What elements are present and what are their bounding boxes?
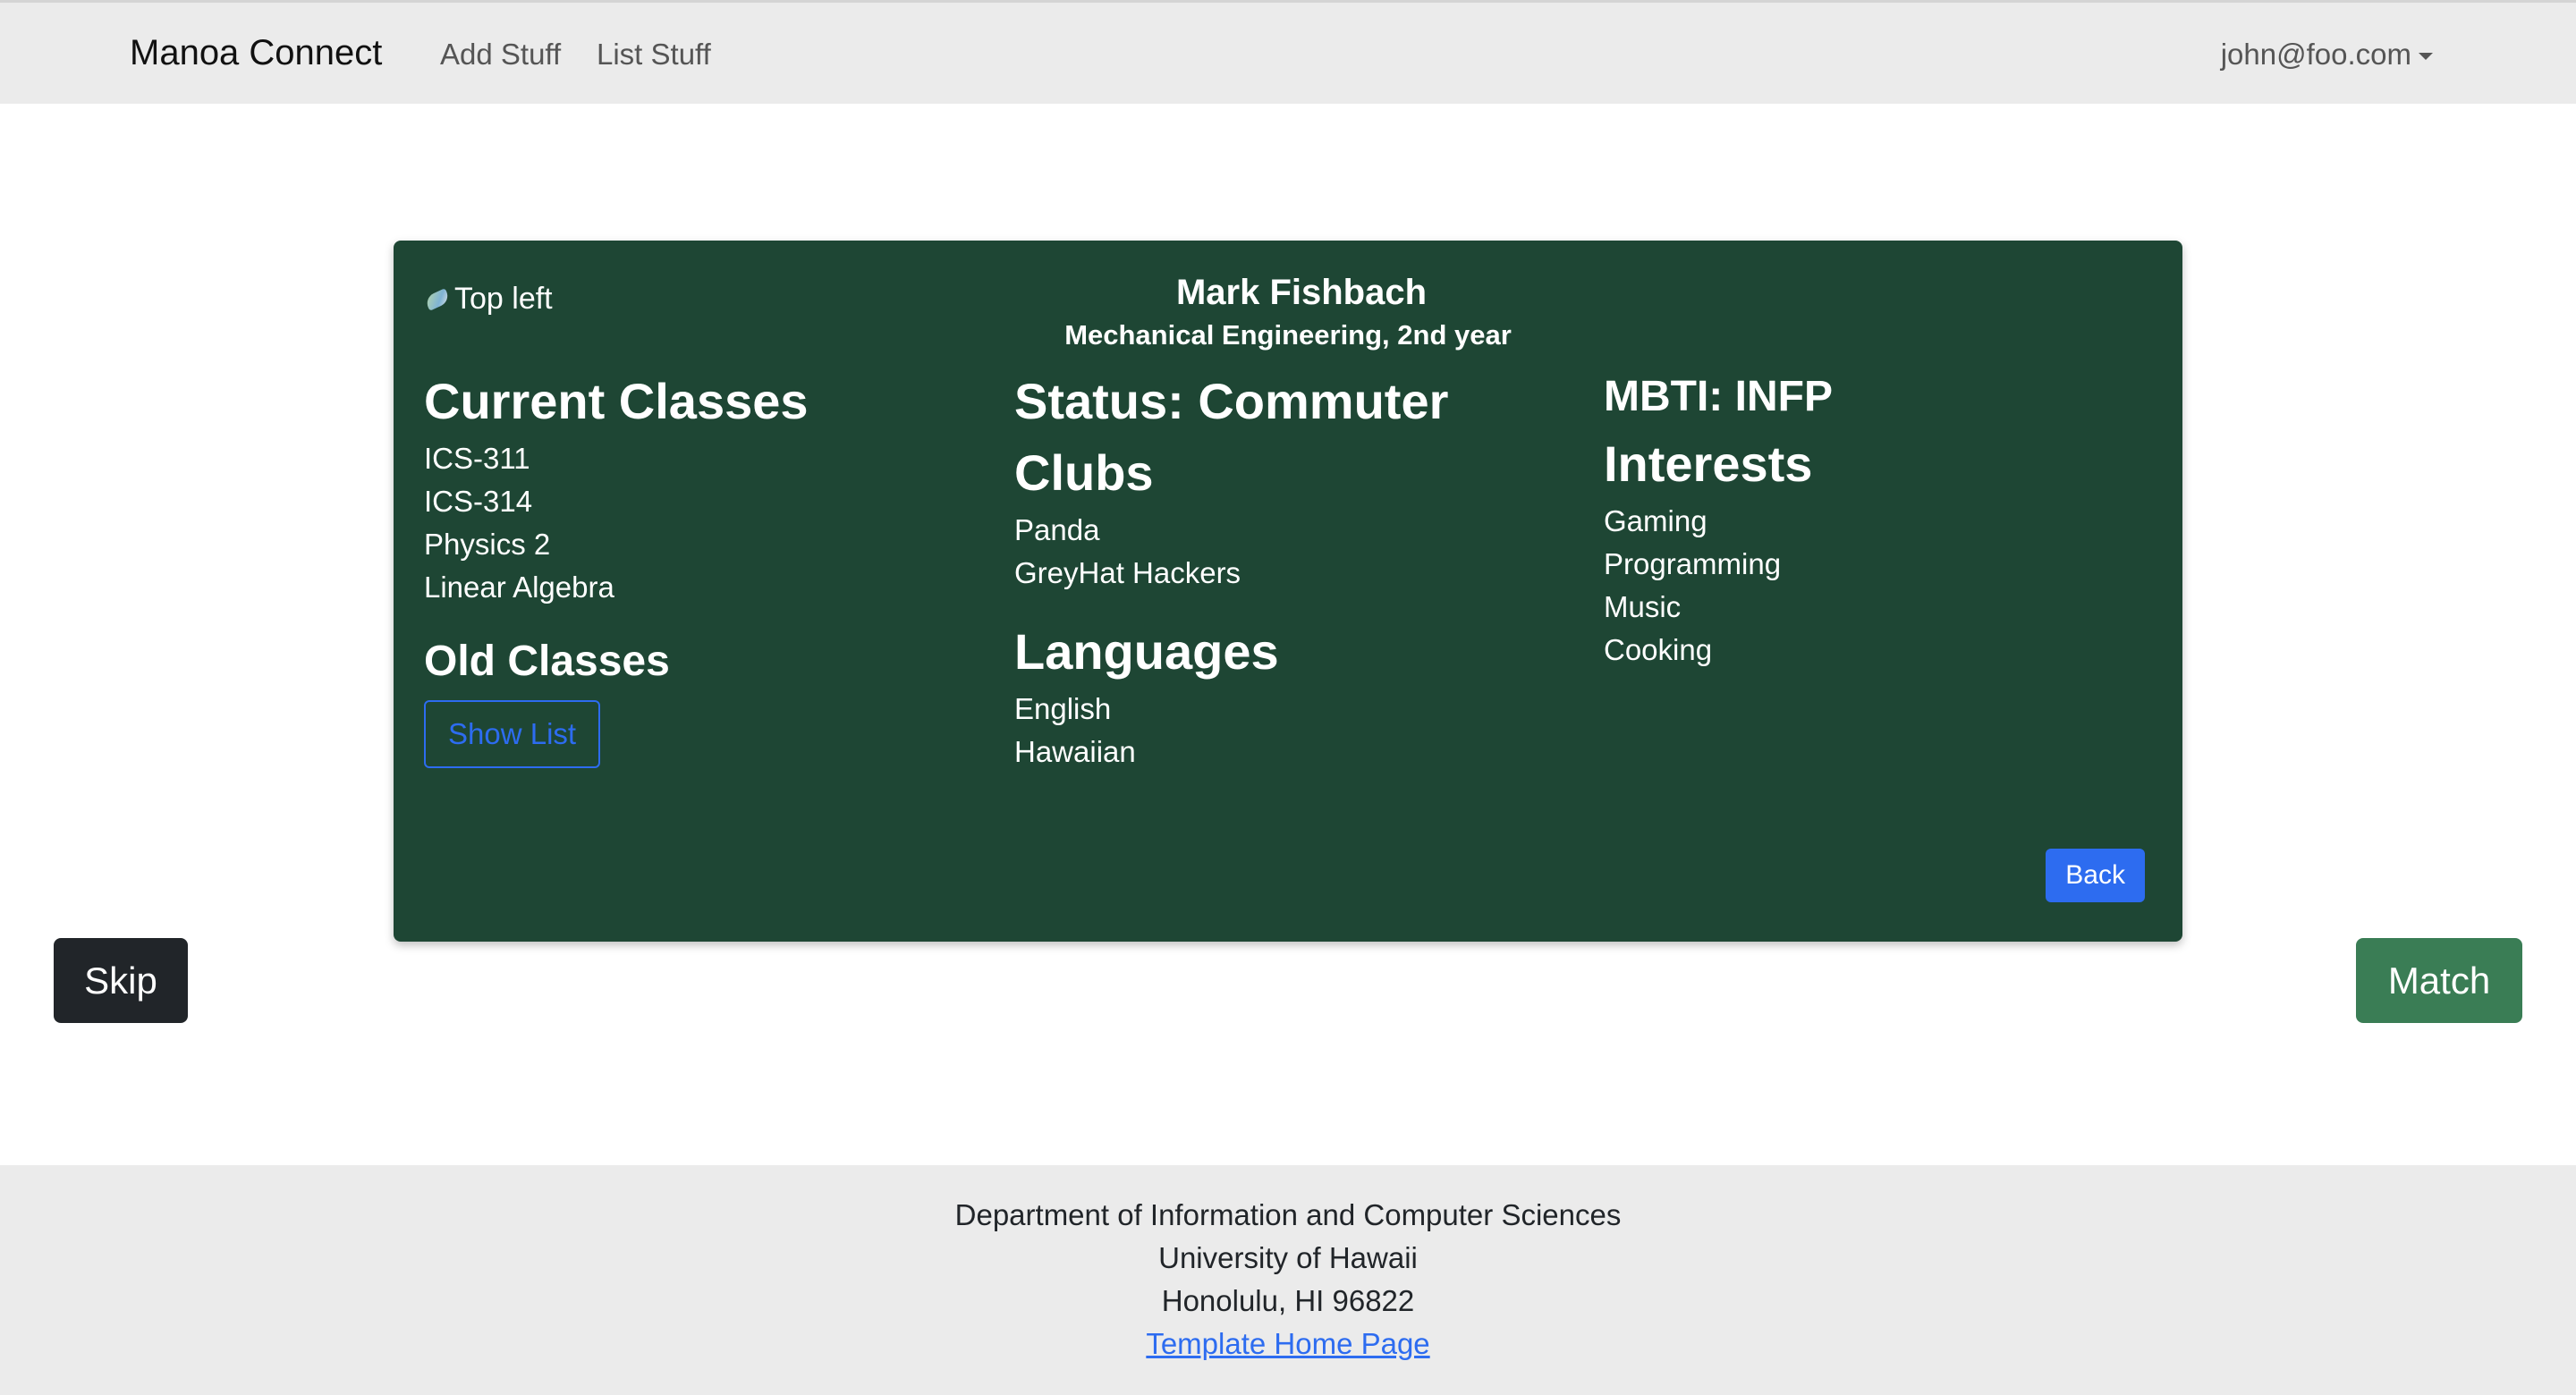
clubs-heading: Clubs [1014,444,1154,501]
caret-down-icon [2419,53,2433,60]
personality-column: MBTI: INFP Interests Gaming Programming … [1604,366,1833,672]
list-item: GreyHat Hackers [1014,556,1241,589]
profile-card: Top left Mark Fishbach Mechanical Engine… [394,241,2182,942]
list-item: Gaming [1604,504,1707,537]
interests-list: Gaming Programming Music Cooking [1604,500,1833,672]
mbti-heading: MBTI: INFP [1604,373,1833,420]
page-footer: Department of Information and Computer S… [0,1165,2576,1395]
list-item: Cooking [1604,633,1713,666]
list-item: ICS-311 [424,442,530,475]
list-item: Programming [1604,547,1782,580]
languages-heading: Languages [1014,623,1279,680]
nav-add-stuff[interactable]: Add Stuff [440,35,561,74]
list-item: English [1014,692,1112,725]
show-list-button[interactable]: Show List [424,700,601,768]
template-home-link[interactable]: Template Home Page [1146,1327,1429,1360]
footer-department: Department of Information and Computer S… [954,1198,1622,1231]
list-item: Music [1604,590,1682,623]
list-item: Linear Algebra [424,571,614,604]
footer-address: Honolulu, HI 96822 [1161,1284,1415,1317]
list-item: Physics 2 [424,528,551,561]
list-item: Panda [1014,513,1100,546]
profile-subtitle: Mechanical Engineering, 2nd year [1064,319,1512,351]
languages-list: English Hawaiian [1014,688,1448,774]
interests-heading: Interests [1604,435,1813,492]
current-classes-list: ICS-311 ICS-314 Physics 2 Linear Algebra [424,437,809,609]
back-button[interactable]: Back [2046,849,2145,902]
list-item: ICS-314 [424,485,533,518]
status-column: Status: Commuter Clubs Panda GreyHat Hac… [1014,366,1448,774]
match-button[interactable]: Match [2356,938,2522,1023]
user-email: john@foo.com [2220,38,2411,71]
classes-column: Current Classes ICS-311 ICS-314 Physics … [424,366,809,768]
old-classes-heading: Old Classes [424,638,670,685]
brand-link[interactable]: Manoa Connect [130,30,382,76]
footer-university: University of Hawaii [1158,1241,1418,1274]
user-dropdown[interactable]: john@foo.com [2221,35,2433,74]
nav-list-stuff[interactable]: List Stuff [597,35,711,74]
current-classes-heading: Current Classes [424,373,809,429]
clubs-list: Panda GreyHat Hackers [1014,509,1448,595]
status-heading: Status: Commuter [1014,373,1449,429]
skip-button[interactable]: Skip [54,938,188,1023]
profile-name: Mark Fishbach [1175,273,1428,312]
top-navbar: Manoa Connect Add Stuff List Stuff john@… [0,0,2576,104]
list-item: Hawaiian [1014,735,1136,768]
